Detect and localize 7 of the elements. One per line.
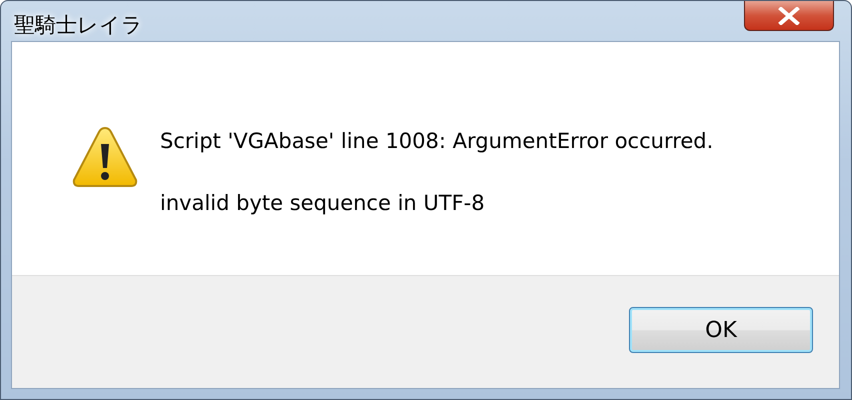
message-text: Script 'VGAbase' line 1008: ArgumentError occurred. [160, 129, 714, 153]
close-icon [778, 6, 800, 24]
message-text: invalid byte sequence in UTF-8 [160, 191, 486, 215]
warning-icon [72, 126, 138, 188]
window-title: 聖騎士レイラ [14, 12, 143, 39]
close-button[interactable] [744, 1, 834, 31]
ok-button[interactable]: OK [629, 307, 813, 353]
